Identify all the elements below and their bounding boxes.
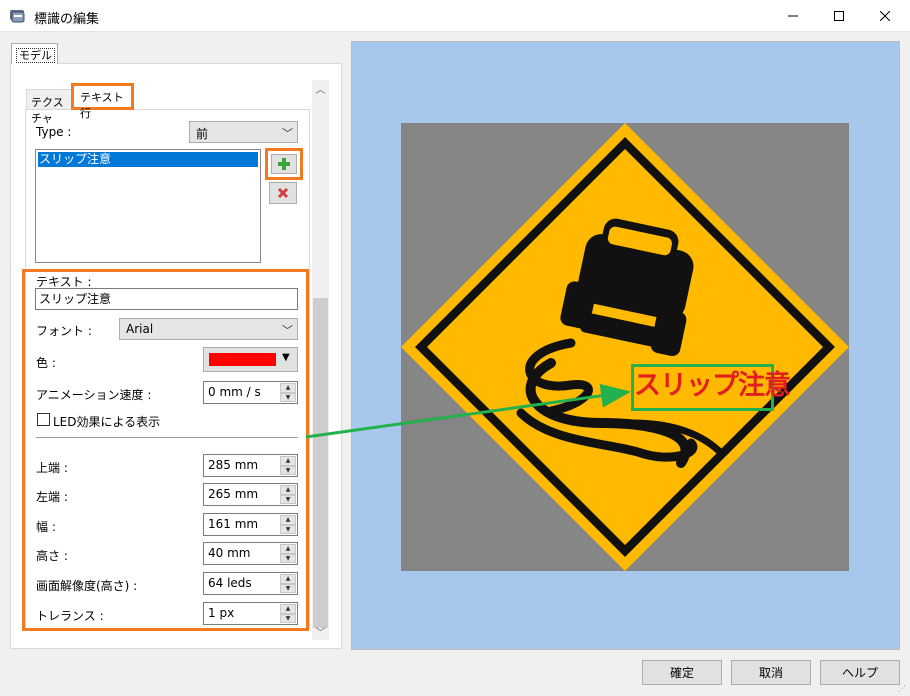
stepper-up-icon[interactable]: ▲	[280, 485, 296, 495]
help-button[interactable]: ヘルプ	[820, 660, 900, 685]
plus-icon	[278, 158, 290, 170]
tab-texture[interactable]: テクスチャ	[26, 89, 74, 125]
title-bar: 標識の編集	[0, 0, 910, 32]
scroll-thumb[interactable]	[313, 298, 328, 628]
font-select[interactable]: Arial ﹀	[119, 318, 298, 340]
top-value: 285 mm	[208, 458, 259, 472]
cancel-button[interactable]: 取消	[731, 660, 811, 685]
led-label: LED効果による表示	[53, 415, 161, 429]
left-label: 左端 :	[36, 490, 68, 504]
left-stepper[interactable]: 265 mm ▲ ▼	[203, 483, 298, 506]
chevron-down-icon: ﹀	[282, 324, 293, 337]
delete-x-icon	[277, 187, 289, 199]
slippery-road-sign	[401, 123, 849, 571]
tab-text-line[interactable]: テキスト行	[71, 83, 134, 120]
type-select-value: 前	[196, 127, 209, 141]
stepper-down-icon[interactable]: ▼	[280, 524, 296, 534]
tab-model-label: モデル	[16, 48, 55, 63]
stepper-up-icon[interactable]: ▲	[280, 383, 296, 393]
stepper-down-icon[interactable]: ▼	[280, 465, 296, 475]
minimize-button[interactable]	[770, 0, 816, 32]
led-checkbox[interactable]	[37, 413, 50, 426]
stepper-down-icon[interactable]: ▼	[280, 613, 296, 623]
stepper-down-icon[interactable]: ▼	[280, 494, 296, 504]
font-select-value: Arial	[126, 322, 154, 336]
anim-speed-stepper[interactable]: 0 mm / s ▲ ▼	[203, 381, 298, 404]
scroll-up-icon[interactable]: ︿	[312, 80, 329, 97]
chevron-down-icon: ﹀	[282, 127, 293, 140]
add-line-button[interactable]	[265, 148, 303, 180]
tolerance-stepper[interactable]: 1 px ▲ ▼	[203, 602, 298, 625]
maximize-button[interactable]	[816, 0, 862, 32]
tolerance-value: 1 px	[208, 606, 235, 620]
height-stepper[interactable]: 40 mm ▲ ▼	[203, 542, 298, 565]
type-label: Type :	[36, 125, 72, 139]
stepper-up-icon[interactable]: ▲	[280, 604, 296, 614]
stepper-up-icon[interactable]: ▲	[280, 574, 296, 584]
scroll-down-icon[interactable]: ﹀	[312, 623, 329, 640]
ok-button[interactable]: 確定	[642, 660, 722, 685]
dropdown-arrow-icon: ▼	[282, 352, 290, 363]
color-swatch	[209, 353, 276, 366]
color-picker[interactable]: ▼	[203, 347, 298, 372]
stepper-down-icon[interactable]: ▼	[280, 583, 296, 593]
tab-model[interactable]: モデル	[11, 43, 58, 64]
close-icon	[880, 11, 890, 21]
separator	[36, 437, 298, 438]
top-label: 上端 :	[36, 461, 68, 475]
height-value: 40 mm	[208, 546, 251, 560]
stepper-up-icon[interactable]: ▲	[280, 515, 296, 525]
text-line-list[interactable]: スリップ注意	[35, 149, 261, 263]
anim-speed-value: 0 mm / s	[208, 385, 261, 399]
top-stepper[interactable]: 285 mm ▲ ▼	[203, 454, 298, 477]
width-value: 161 mm	[208, 517, 259, 531]
stepper-up-icon[interactable]: ▲	[280, 456, 296, 466]
list-item[interactable]: スリップ注意	[38, 152, 258, 167]
resolution-value: 64 leds	[208, 576, 252, 590]
sign-text: スリップ注意	[634, 370, 791, 401]
type-select[interactable]: 前 ﹀	[189, 121, 298, 143]
window-title: 標識の編集	[34, 12, 100, 27]
vertical-scrollbar[interactable]: ︿ ﹀	[312, 80, 329, 640]
stepper-down-icon[interactable]: ▼	[280, 553, 296, 563]
resolution-stepper[interactable]: 64 leds ▲ ▼	[203, 572, 298, 595]
left-value: 265 mm	[208, 487, 259, 501]
resize-grip-icon[interactable]: ⋰	[898, 684, 906, 693]
stepper-down-icon[interactable]: ▼	[280, 392, 296, 402]
tolerance-label: トレランス :	[36, 609, 104, 623]
height-label: 高さ :	[36, 549, 68, 563]
sign-editor-icon	[9, 8, 27, 24]
anim-speed-label: アニメーション速度 :	[36, 388, 152, 402]
width-stepper[interactable]: 161 mm ▲ ▼	[203, 513, 298, 536]
font-label: フォント :	[36, 324, 92, 338]
close-button[interactable]	[862, 0, 908, 32]
stepper-up-icon[interactable]: ▲	[280, 544, 296, 554]
text-field[interactable]: スリップ注意	[35, 288, 298, 310]
width-label: 幅 :	[36, 520, 56, 534]
resolution-label: 画面解像度(高さ) :	[36, 579, 138, 593]
color-label: 色 :	[36, 356, 56, 370]
delete-line-button[interactable]	[269, 182, 297, 204]
